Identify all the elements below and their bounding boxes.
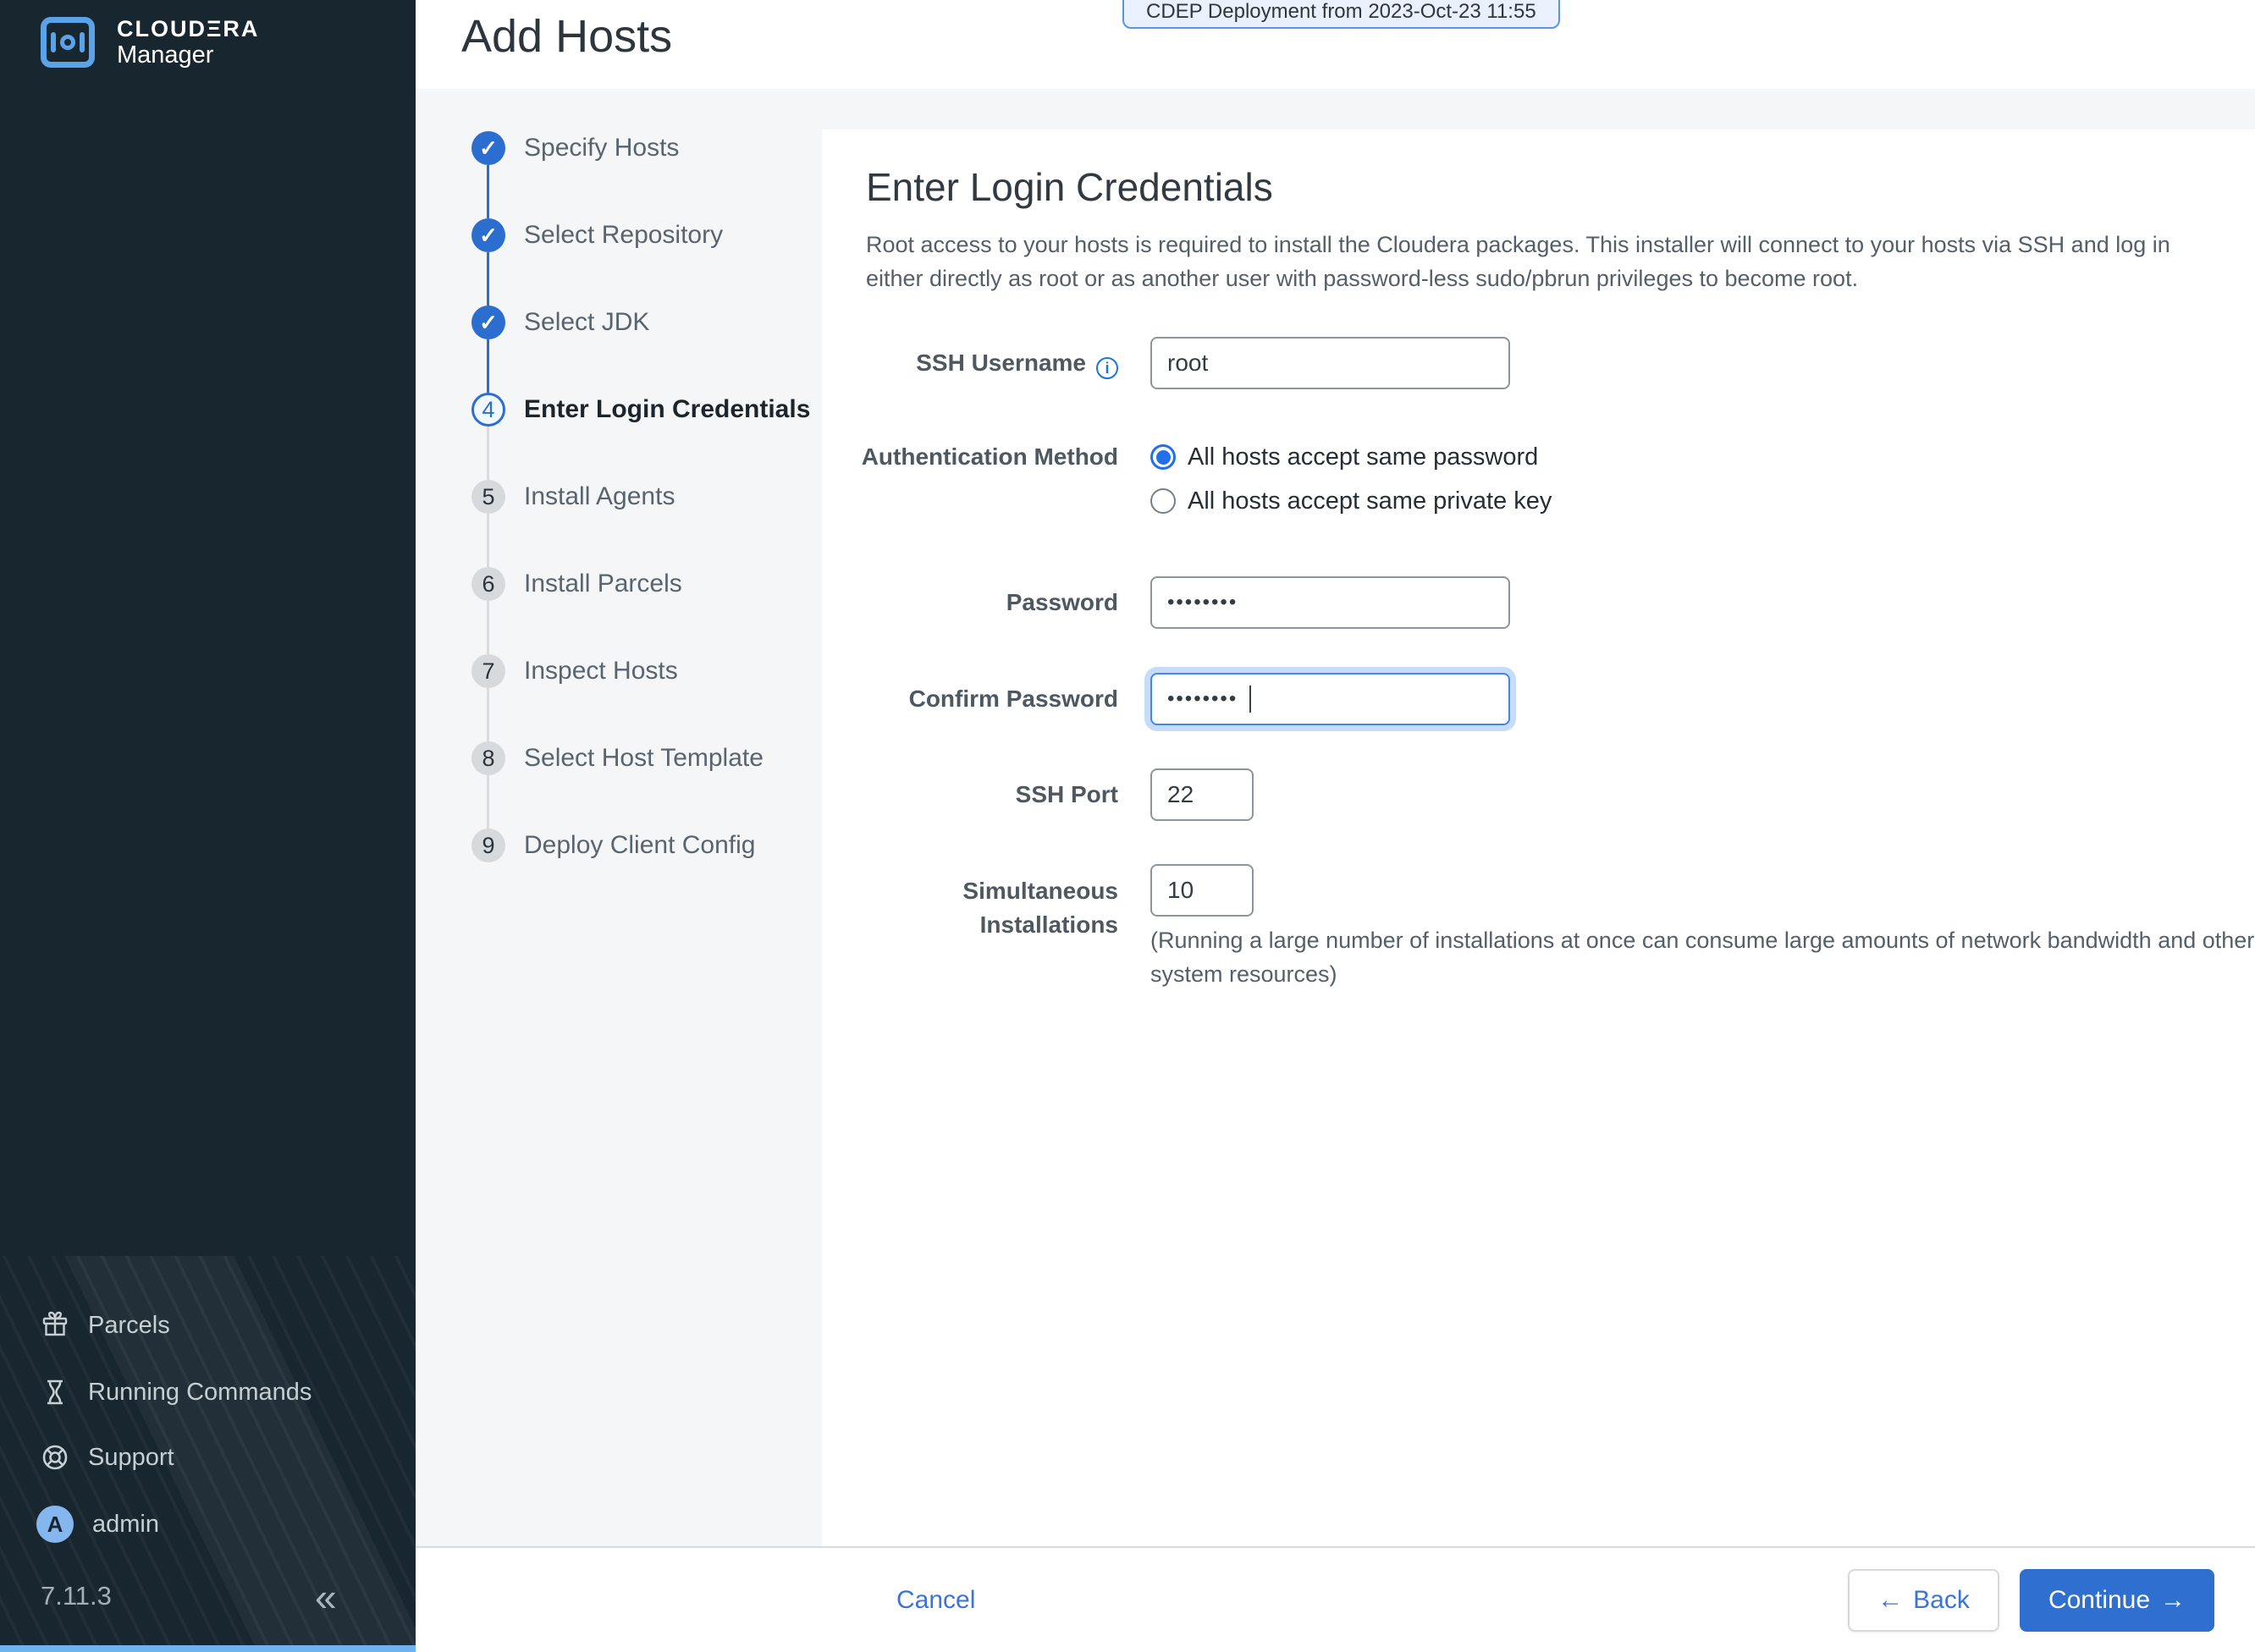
content-heading: Enter Login Credentials xyxy=(866,165,1273,209)
step-check-icon: ✓ xyxy=(471,306,505,339)
sidebar-item-running-commands[interactable]: Running Commands xyxy=(41,1373,312,1412)
step-number: 7 xyxy=(471,654,505,688)
step-number: 4 xyxy=(471,393,505,427)
wizard-step-3: ✓ Select JDK xyxy=(471,306,649,339)
password-label: Password xyxy=(1006,589,1118,615)
step-connector xyxy=(487,775,489,829)
radio-unselected-icon xyxy=(1150,488,1176,514)
simultaneous-installations-input[interactable] xyxy=(1150,864,1254,917)
wizard-footer: Cancel ← Back Continue → xyxy=(416,1546,2255,1652)
step-connector xyxy=(487,514,489,567)
brand-name: CLOUDΞRA xyxy=(117,16,260,41)
confirm-password-label: Confirm Password xyxy=(908,686,1118,712)
simultaneous-installations-label: Simultaneous Installations xyxy=(962,878,1118,938)
cancel-button[interactable]: Cancel xyxy=(896,1548,975,1652)
hourglass-icon xyxy=(47,1379,63,1405)
wizard-step-5: 5 Install Agents xyxy=(471,480,675,514)
back-button[interactable]: ← Back xyxy=(1848,1569,1999,1632)
step-content-card: Enter Login Credentials Root access to y… xyxy=(822,129,2255,1546)
brand-product: Manager xyxy=(117,41,214,69)
sidebar-item-label: Running Commands xyxy=(88,1378,312,1406)
text-cursor xyxy=(1249,686,1251,713)
page-title: Add Hosts xyxy=(461,11,673,62)
ssh-username-label: SSH Username i xyxy=(822,337,1118,389)
sidebar-collapse-icon[interactable]: « xyxy=(315,1574,337,1620)
wizard-step-7: 7 Inspect Hosts xyxy=(471,654,678,688)
continue-arrow-icon: → xyxy=(2160,1586,2186,1614)
step-number: 6 xyxy=(471,567,505,601)
radio-same-private-key[interactable]: All hosts accept same private key xyxy=(1150,487,1552,515)
ssh-username-input[interactable] xyxy=(1150,337,1510,389)
sidebar-item-support[interactable]: Support xyxy=(41,1438,174,1477)
sidebar-item-admin[interactable]: A admin xyxy=(36,1505,159,1544)
step-connector xyxy=(487,339,489,393)
password-input[interactable] xyxy=(1150,576,1510,629)
wizard-step-9: 9 Deploy Client Config xyxy=(471,829,755,862)
content-description: Root access to your hosts is required to… xyxy=(866,232,2170,291)
step-number: 8 xyxy=(471,741,505,775)
sidebar-item-parcels[interactable]: Parcels xyxy=(41,1306,170,1345)
step-connector xyxy=(487,165,489,218)
radio-selected-icon xyxy=(1150,444,1176,470)
step-check-icon: ✓ xyxy=(471,131,505,165)
cloudera-manager-logo[interactable]: CLOUDΞRA Manager xyxy=(41,16,259,69)
sidebar-item-label: Parcels xyxy=(88,1311,170,1339)
main-area: Add Hosts CDEP Deployment from 2023-Oct-… xyxy=(416,0,2255,1652)
step-number: 5 xyxy=(471,480,505,514)
auth-method-label: Authentication Method xyxy=(861,443,1118,470)
radio-same-password[interactable]: All hosts accept same password xyxy=(1150,443,1538,471)
info-icon[interactable]: i xyxy=(1096,357,1118,379)
wizard-step-8: 8 Select Host Template xyxy=(471,741,764,775)
wizard-step-2: ✓ Select Repository xyxy=(471,218,723,252)
ssh-port-label: SSH Port xyxy=(1015,781,1118,807)
ssh-port-input[interactable] xyxy=(1150,768,1254,821)
step-connector xyxy=(487,601,489,654)
wizard-step-6: 6 Install Parcels xyxy=(471,567,682,601)
deployment-badge: CDEP Deployment from 2023-Oct-23 11:55 xyxy=(1122,0,1560,29)
gift-icon xyxy=(42,1311,68,1336)
admin-avatar: A xyxy=(36,1506,74,1543)
step-check-icon: ✓ xyxy=(471,218,505,252)
wizard-step-4: 4 Enter Login Credentials xyxy=(471,393,810,427)
lifebuoy-icon xyxy=(42,1445,68,1470)
sidebar-bottom-accent xyxy=(0,1645,416,1652)
step-connector xyxy=(487,688,489,741)
wizard-step-1: ✓ Specify Hosts xyxy=(471,131,679,165)
step-number: 9 xyxy=(471,829,505,862)
continue-button[interactable]: Continue → xyxy=(2020,1569,2214,1632)
step-connector xyxy=(487,252,489,306)
sidebar-item-label: admin xyxy=(92,1510,159,1538)
wizard-workspace: ✓ Specify Hosts ✓ Select Repository ✓ Se… xyxy=(416,89,2255,1546)
back-arrow-icon: ← xyxy=(1877,1586,1904,1614)
sidebar-item-label: Support xyxy=(88,1443,174,1471)
app-root: { "palette": { "sidebar_bg": "#18262f", … xyxy=(0,0,2255,1652)
sidebar: CLOUDΞRA Manager Parcels Running Command… xyxy=(0,0,416,1652)
step-connector xyxy=(487,427,489,480)
page-header: Add Hosts CDEP Deployment from 2023-Oct-… xyxy=(416,0,2255,89)
simultaneous-installations-help: (Running a large number of installations… xyxy=(1150,928,2255,987)
confirm-password-input[interactable] xyxy=(1150,673,1510,725)
cloudera-logo-icon xyxy=(41,17,95,68)
